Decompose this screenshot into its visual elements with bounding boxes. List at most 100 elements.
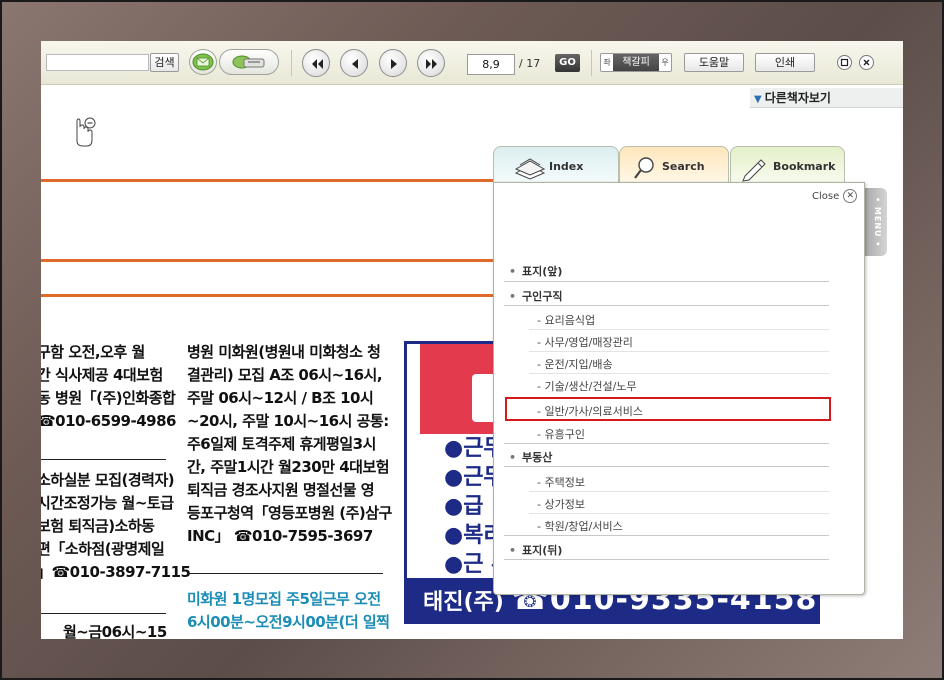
page-number-input[interactable]: 8,9 xyxy=(467,54,515,75)
prev-icon xyxy=(352,59,358,69)
help-button[interactable]: 도움말 xyxy=(684,53,744,72)
bullet-icon: • xyxy=(509,544,517,557)
page-rule xyxy=(41,179,521,182)
ad-line: 간, 주말1시간 월230만 4대보험 xyxy=(187,458,390,476)
index-divider xyxy=(504,535,829,536)
tab-bookmark-label: Bookmark xyxy=(773,160,836,173)
toolbar-separator xyxy=(591,50,592,76)
ad-line: 간 식사제공 4대보험 xyxy=(41,366,163,384)
ad-column-1: 구함 오전,오후 월 간 식사제공 4대보험 동 병원「(주)인화종합 ☎010… xyxy=(41,341,176,433)
other-books-label: 다른책자보기 xyxy=(764,91,831,105)
search-button[interactable]: 검색 xyxy=(150,53,179,72)
index-subitem-tech[interactable]: - 기술/생산/건설/노무 xyxy=(537,378,637,394)
index-divider xyxy=(529,329,829,330)
index-subitem-entertain[interactable]: - 유흥구인 xyxy=(537,426,585,442)
tab-index-label: Index xyxy=(549,160,584,173)
panel-close-button[interactable]: Close ✕ xyxy=(812,189,858,203)
first-page-button[interactable] xyxy=(302,49,330,77)
tab-bookmark[interactable]: Bookmark xyxy=(730,146,845,182)
ad-line: INC」 ☎010-7595-3697 xyxy=(187,527,373,545)
back-first-icon xyxy=(312,59,323,69)
email-icon xyxy=(192,53,214,71)
tab-search-label: Search xyxy=(662,160,705,173)
go-button[interactable]: GO xyxy=(555,54,580,72)
next-page-button[interactable] xyxy=(379,49,407,77)
view-prev-label[interactable]: 좌 xyxy=(601,57,613,68)
bullet-icon: • xyxy=(509,290,517,303)
index-divider xyxy=(504,559,829,560)
ad-line: 소하실분 모집(경력자) xyxy=(41,471,175,489)
page-rule xyxy=(41,259,521,262)
close-window-button[interactable] xyxy=(859,55,874,70)
index-panel: Close ✕ • 표지(앞) • 구인구직 - 요리음식업 - 사무/영업/매장관… xyxy=(493,182,865,595)
view-next-label[interactable]: 우 xyxy=(659,57,671,68)
ad-column-1b: 소하실분 모집(경력자) 시간조정가능 월~토급 보험 퇴직금)소하동 편「소하… xyxy=(41,469,191,584)
ad-column-1c: 월~금06시~15 xyxy=(63,621,167,639)
book-stack-icon xyxy=(514,158,546,180)
index-item-real-estate[interactable]: • 부동산 xyxy=(509,449,552,465)
cd-button[interactable] xyxy=(219,49,279,75)
index-item-label: 표지(앞) xyxy=(522,265,563,278)
menu-side-tab[interactable]: • MENU • xyxy=(865,188,887,256)
ad-line: 미화원 1명모집 주5일근무 오전 xyxy=(187,590,381,608)
restore-button[interactable] xyxy=(837,55,852,70)
ad-line: 시간조정가능 월~토급 xyxy=(41,494,174,512)
last-page-button[interactable] xyxy=(417,49,445,77)
magnifier-icon xyxy=(634,157,654,179)
index-item-label: 부동산 xyxy=(522,451,553,464)
ad-company: 태진(주) xyxy=(423,590,504,615)
index-subitem-office[interactable]: - 사무/영업/매장관리 xyxy=(537,334,633,350)
tab-search[interactable]: Search xyxy=(619,146,729,182)
close-icon xyxy=(863,59,870,66)
ad-line: 병원 미화원(병원내 미화청소 청 xyxy=(187,343,381,361)
ad-line: 결관리) 모집 A조 06시~16시, xyxy=(187,366,383,384)
index-subitem-driving[interactable]: - 운전/지입/배송 xyxy=(537,356,613,372)
index-subitem-housing[interactable]: - 주택정보 xyxy=(537,474,585,490)
search-input[interactable] xyxy=(46,54,149,71)
index-subitem-food[interactable]: - 요리음식업 xyxy=(537,312,595,328)
view-mode-label[interactable]: 책갈피 xyxy=(613,54,659,71)
index-item-cover-back[interactable]: • 표지(뒤) xyxy=(509,542,562,558)
close-circle-icon: ✕ xyxy=(843,189,858,203)
column-divider xyxy=(41,459,166,460)
close-label: Close xyxy=(812,190,840,202)
ad-line: 」☎010-3897-7115 xyxy=(41,563,191,581)
forward-last-icon xyxy=(426,59,437,69)
next-icon xyxy=(391,59,397,69)
other-books-toggle[interactable]: ▼ 다른책자보기 xyxy=(750,88,903,108)
index-divider xyxy=(504,281,829,282)
ad-line: ~20시, 주말 10시~16시 공통: xyxy=(187,412,389,430)
index-item-job-wanted[interactable]: • 구인구직 xyxy=(509,288,563,304)
index-subitem-shop[interactable]: - 상가정보 xyxy=(537,496,585,512)
ad-line: 6시00분~오전9시00분(더 일찍 xyxy=(187,613,390,631)
bullet-icon: • xyxy=(509,265,517,278)
page-rule xyxy=(41,294,521,297)
cd-icon xyxy=(232,55,265,69)
ad-line: 편「소하점(광명제일 xyxy=(41,540,165,558)
ad-line: 퇴직금 경조사지원 명절선물 영 xyxy=(187,481,375,499)
view-mode-switch[interactable]: 좌 책갈피 우 xyxy=(600,53,672,72)
index-divider xyxy=(504,466,829,467)
index-subitem-general[interactable]: - 일반/가사/의료서비스 xyxy=(537,403,643,419)
restore-icon xyxy=(840,58,849,67)
ad-line: 월~금06시~15 xyxy=(63,623,167,639)
page-total: / 17 xyxy=(519,57,541,70)
toolbar-separator xyxy=(291,50,292,76)
index-divider xyxy=(504,443,829,444)
ad-line: 보험 퇴직금)소하동 xyxy=(41,517,155,535)
index-divider xyxy=(504,305,829,306)
ad-line: 등포구청역「영등포병원 (주)삼구 xyxy=(187,504,392,522)
email-button[interactable] xyxy=(189,49,217,75)
index-subitem-academy[interactable]: - 학원/창업/서비스 xyxy=(537,518,623,534)
ad-line: ☎010-6599-4986 xyxy=(41,412,176,430)
tab-index[interactable]: Index xyxy=(493,146,619,182)
prev-page-button[interactable] xyxy=(340,49,368,77)
ad-line: 구함 오전,오후 월 xyxy=(41,343,145,361)
index-divider xyxy=(529,373,829,374)
hand-cursor-icon xyxy=(69,115,99,153)
index-item-label: 구인구직 xyxy=(522,290,563,303)
panel-tabs: Index Search Bookmark xyxy=(493,146,845,182)
index-divider xyxy=(529,351,829,352)
print-button[interactable]: 인쇄 xyxy=(755,53,815,72)
index-item-cover-front[interactable]: • 표지(앞) xyxy=(509,263,562,279)
